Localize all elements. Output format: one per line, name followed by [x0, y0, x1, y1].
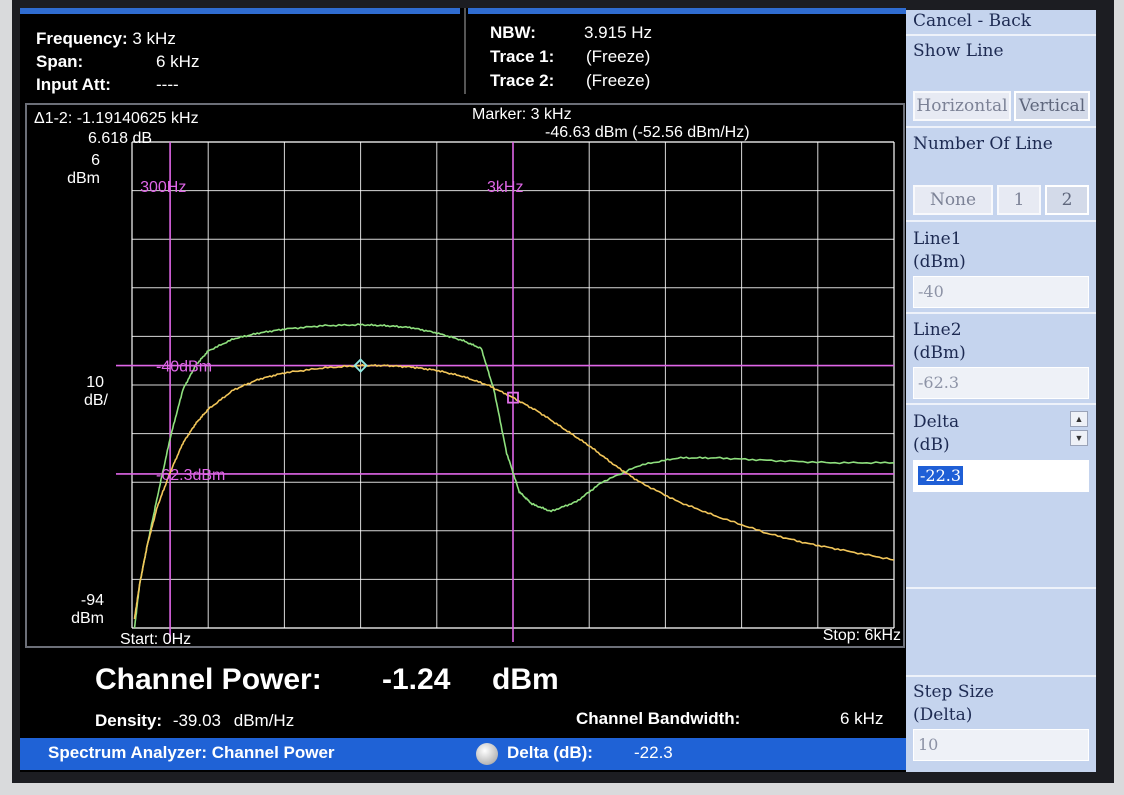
number-of-line-label: Number Of Line [913, 134, 1053, 154]
line1-unit: (dBm) [913, 252, 966, 272]
density-value: -39.03 [172, 711, 222, 730]
threshold-label-1: -40dBm [156, 359, 212, 376]
threshold-lines [116, 364, 894, 475]
panel-divider [906, 675, 1096, 677]
status-bar: Spectrum Analyzer: Channel Power Delta (… [20, 738, 906, 770]
frequency-marker-lines [169, 142, 514, 642]
trace-1 [133, 323, 895, 629]
line1-field[interactable]: -40 [913, 276, 1089, 308]
status-title: Spectrum Analyzer: Channel Power [48, 743, 335, 762]
step-size-label: Step Size [913, 682, 994, 702]
frequency-marker-label-2: 3kHz [487, 179, 523, 196]
delta-field-value: -22.3 [918, 466, 964, 485]
horizontal-button[interactable]: Horizontal [913, 91, 1011, 121]
cancel-back-button[interactable]: Cancel - Back [906, 10, 1096, 33]
lines-none-button[interactable]: None [913, 185, 993, 215]
density-unit: dBm/Hz [233, 711, 295, 730]
spin-down-icon[interactable]: ▼ [1070, 430, 1088, 446]
channel-power-readout: Channel Power: -1.24 dBm [95, 663, 559, 697]
line2-label: Line2 [913, 320, 962, 340]
frequency-marker-label-1: 300Hz [140, 179, 186, 196]
delta-label: Delta [913, 412, 960, 432]
panel-divider [906, 312, 1096, 314]
lines-2-button[interactable]: 2 [1045, 185, 1089, 215]
step-size-unit: (Delta) [913, 705, 973, 725]
density-readout: Density: -39.03 dBm/Hz [95, 711, 294, 731]
channel-power-value: -1.24 [382, 663, 451, 696]
line1-label: Line1 [913, 229, 962, 249]
density-label: Density: [95, 711, 163, 730]
channel-bandwidth-label: Channel Bandwidth: [576, 709, 741, 728]
status-delta-label: Delta (dB): [507, 743, 593, 762]
analyzer-screen: Frequency: 3 kHz Span: 6 kHz Input Att: … [20, 8, 906, 772]
spectrum-plot: -40dBm -62.3dBm 300Hz 3kHz Start: 0Hz Stop: 6… [25, 103, 905, 648]
stop-frequency-label: Stop: 6kHz [823, 627, 901, 644]
lines-1-button[interactable]: 1 [997, 185, 1041, 215]
panel-divider [906, 403, 1096, 405]
status-delta-value: -22.3 [634, 743, 673, 762]
plot-labels: -40dBm -62.3dBm 300Hz 3kHz Start: 0Hz Stop: 6… [120, 179, 901, 648]
show-line-label: Show Line [913, 41, 1004, 61]
panel-divider [906, 220, 1096, 222]
vertical-button[interactable]: Vertical [1014, 91, 1090, 121]
traces [133, 323, 895, 629]
delta-field[interactable]: -22.3 [913, 460, 1089, 492]
panel-divider [906, 587, 1096, 589]
start-frequency-label: Start: 0Hz [120, 631, 191, 648]
line2-unit: (dBm) [913, 343, 966, 363]
panel-divider [906, 126, 1096, 128]
rotary-knob-icon [476, 743, 498, 765]
spin-up-icon[interactable]: ▲ [1070, 411, 1088, 427]
channel-power-label: Channel Power: [95, 663, 322, 696]
channel-power-unit: dBm [492, 663, 559, 696]
line2-field[interactable]: -62.3 [913, 367, 1089, 399]
channel-bandwidth-value: 6 kHz [840, 709, 884, 728]
delta-unit: (dB) [913, 435, 950, 455]
step-size-field[interactable]: 10 [913, 729, 1089, 761]
threshold-label-2: -62.3dBm [156, 467, 225, 484]
panel-divider [906, 34, 1096, 36]
softkey-panel: Cancel - Back Show Line Horizontal Verti… [906, 10, 1096, 772]
